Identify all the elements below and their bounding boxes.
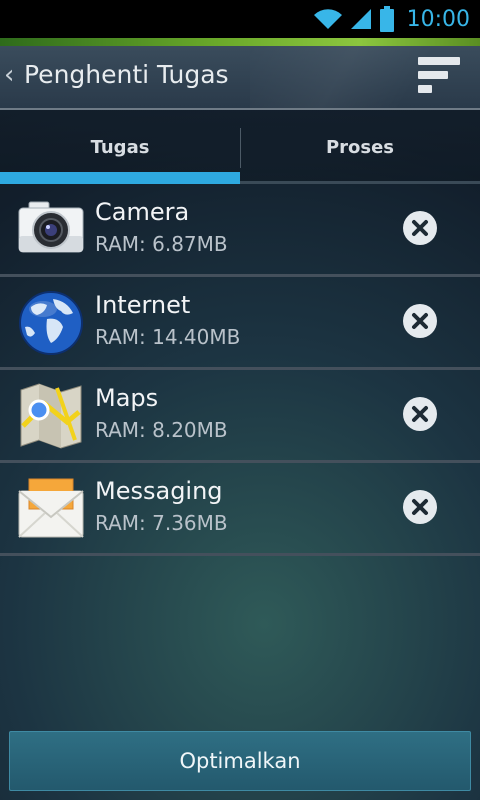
wifi-icon (313, 9, 342, 29)
close-task-button[interactable] (403, 490, 437, 524)
close-icon (412, 406, 428, 422)
camera-app-icon (18, 201, 84, 253)
tab-label: Proses (325, 136, 395, 158)
task-list: Camera RAM: 6.87MB Internet RAM: 14.40MB (0, 184, 480, 556)
tab-selected-indicator (0, 172, 240, 184)
task-row-camera[interactable]: Camera RAM: 6.87MB (0, 184, 480, 277)
task-ram: RAM: 8.20MB (95, 418, 228, 442)
task-row-messaging[interactable]: Messaging RAM: 7.36MB (0, 463, 480, 556)
optimize-button[interactable]: Optimalkan (9, 731, 471, 791)
task-name: Camera (95, 198, 190, 226)
globe-app-icon (19, 291, 83, 355)
task-ram: RAM: 6.87MB (95, 232, 228, 256)
sort-menu-button[interactable] (414, 54, 462, 98)
task-name: Messaging (95, 477, 223, 505)
task-name: Internet (95, 291, 191, 319)
action-bar: ‹ Penghenti Tugas (0, 46, 480, 110)
status-time: 10:00 (406, 6, 470, 32)
status-icons: 10:00 (313, 0, 480, 38)
tab-label: Tugas (90, 136, 150, 158)
accent-strip (0, 38, 480, 46)
page-title[interactable]: Penghenti Tugas (24, 59, 229, 91)
signal-icon (350, 9, 371, 29)
close-icon (412, 313, 428, 329)
close-task-button[interactable] (403, 397, 437, 431)
task-row-maps[interactable]: Maps RAM: 8.20MB (0, 370, 480, 463)
battery-icon (379, 6, 394, 32)
back-chevron-icon[interactable]: ‹ (4, 60, 14, 90)
messaging-app-icon (18, 478, 84, 538)
status-bar: 10:00 (0, 0, 480, 38)
tab-proses[interactable]: Proses (240, 110, 480, 184)
task-ram: RAM: 7.36MB (95, 511, 228, 535)
task-name: Maps (95, 384, 159, 412)
task-ram: RAM: 14.40MB (95, 325, 241, 349)
optimize-label: Optimalkan (179, 749, 301, 773)
close-task-button[interactable] (403, 304, 437, 338)
maps-app-icon (20, 383, 82, 449)
close-icon (412, 499, 428, 515)
close-task-button[interactable] (403, 211, 437, 245)
close-icon (412, 220, 428, 236)
task-row-internet[interactable]: Internet RAM: 14.40MB (0, 277, 480, 370)
